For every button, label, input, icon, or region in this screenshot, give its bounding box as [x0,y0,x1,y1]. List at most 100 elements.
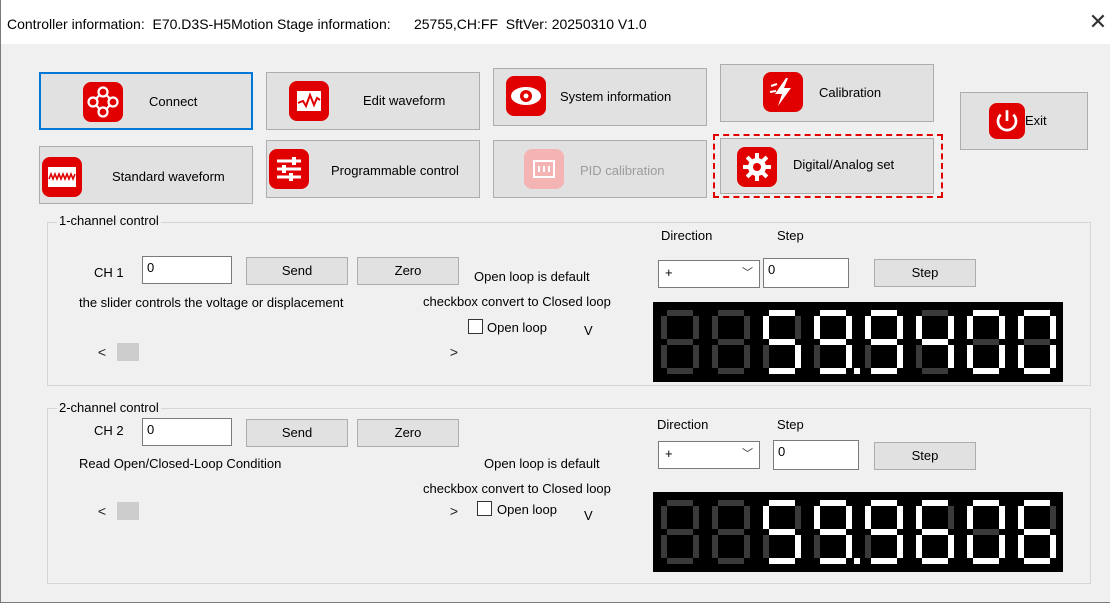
ch1-display-digit-3 [763,310,801,374]
ch2-open-loop-checkbox[interactable] [477,501,492,516]
ch2-display-segment [763,535,769,558]
ch2-display-segment [667,500,693,506]
ch1-display-segment [763,316,769,339]
ch1-display-segment [814,345,820,368]
ch2-slider[interactable]: < > [93,502,463,520]
ch1-display-segment [1050,316,1056,339]
eye-icon [506,76,546,116]
ch2-display-segment [916,535,922,558]
chevron-down-icon: ﹀ [742,448,753,460]
ch2-display-segment [1024,558,1050,564]
edit-waveform-button[interactable]: Edit waveform [266,72,480,130]
ch1-display-segment [846,345,852,368]
ch1-display-digit-8 [1018,310,1056,374]
ch1-slider-left-arrow[interactable]: < [93,343,111,361]
ch2-display-segment [820,558,846,564]
ch1-open-loop-note: Open loop is default [474,269,590,284]
ch2-display-digit-1 [661,500,699,564]
ch2-slider-thumb[interactable] [117,502,139,520]
exit-button[interactable]: Exit [960,92,1088,150]
ch1-display-segment [769,310,795,316]
ch2-display-segment [795,535,801,558]
ch2-display-digit-4 [814,500,852,564]
ch2-value-input[interactable]: 0 [142,418,232,446]
ch1-slider-thumb[interactable] [117,343,139,361]
ch2-seven-segment-display [653,492,1063,572]
programmable-control-button[interactable]: Programmable control [266,140,480,198]
ch1-display-segment [967,345,973,368]
ch1-display-segment [967,316,973,339]
pid-calibration-button[interactable]: PID calibration [493,140,707,198]
programmable-control-label: Programmable control [331,163,459,178]
ch1-display-segment [814,316,820,339]
ch1-send-button[interactable]: Send [246,257,348,285]
ch1-display-segment [820,368,846,374]
ch1-direction-select[interactable]: + ﹀ [658,260,760,288]
ch1-display-segment [718,310,744,316]
ch1-step-button[interactable]: Step [874,259,976,287]
ch1-display-segment [871,368,897,374]
ch1-slider[interactable]: < > [93,343,463,361]
ch2-display-segment [661,506,667,529]
ch1-display-segment [897,345,903,368]
ch1-display-segment [865,345,871,368]
calibration-button[interactable]: Calibration [720,64,934,122]
ch2-step-input[interactable]: 0 [773,440,859,470]
ch2-display-segment [922,500,948,506]
ch2-zero-button[interactable]: Zero [357,419,459,447]
ch2-display-segment [769,500,795,506]
ch2-display-segment [712,535,718,558]
ch2-direction-select[interactable]: + ﹀ [658,441,760,469]
ch1-step-label: Step [777,228,804,243]
ch2-display-segment [667,558,693,564]
ch1-display-segment [1018,316,1024,339]
sliders-icon [269,149,309,189]
digital-analog-set-button[interactable]: Digital/Analog set [720,138,934,194]
system-information-button[interactable]: System information [493,68,707,126]
ch1-display-decimal-point [854,368,860,374]
system-information-label: System information [560,89,672,104]
standard-waveform-label: Standard waveform [112,169,225,184]
ch1-display-segment [820,339,846,345]
ch1-display-segment [897,316,903,339]
ch1-display-segment [769,368,795,374]
ch1-display-segment [763,345,769,368]
ch2-slider-left-arrow[interactable]: < [93,502,111,520]
ch1-step-input[interactable]: 0 [763,258,849,288]
ch1-display-segment [1018,345,1024,368]
ch1-zero-button[interactable]: Zero [357,257,459,285]
ch1-display-segment [693,345,699,368]
close-icon[interactable]: ✕ [1087,11,1109,33]
ch1-display-segment [661,316,667,339]
ch1-direction-value: + [665,265,673,280]
ch1-value-input[interactable]: 0 [142,256,232,284]
ch1-display-segment [1024,310,1050,316]
connect-button[interactable]: Connect [39,72,253,130]
ch1-slider-right-arrow[interactable]: > [445,343,463,361]
ch2-display-segment [712,506,718,529]
ch1-display-digit-5 [865,310,903,374]
ch1-display-segment [744,316,750,339]
ch1-checkbox-note: checkbox convert to Closed loop [423,294,611,309]
ch2-send-button[interactable]: Send [246,419,348,447]
ch1-open-loop-checkbox[interactable] [468,319,483,334]
ch2-display-digit-7 [967,500,1005,564]
ch2-display-segment [769,529,795,535]
ch2-status-label: Read Open/Closed-Loop Condition [79,456,282,471]
ch2-display-segment [871,558,897,564]
ch2-display-digit-6 [916,500,954,564]
ch2-display-segment [948,506,954,529]
ch1-display-segment [922,368,948,374]
ch1-unit-label: V [584,323,593,338]
ch1-direction-label: Direction [661,228,713,243]
standard-waveform-button[interactable]: Standard waveform [39,146,253,204]
digital-analog-set-label: Digital/Analog set [793,157,895,172]
ch2-direction-label: Direction [657,417,709,432]
ch2-display-segment [1050,535,1056,558]
ch1-display-segment [667,310,693,316]
ch2-slider-right-arrow[interactable]: > [445,502,463,520]
ch2-group-title: 2-channel control [57,400,161,415]
ch2-step-button[interactable]: Step [874,442,976,470]
ch2-display-segment [846,535,852,558]
ch1-display-segment [999,345,1005,368]
